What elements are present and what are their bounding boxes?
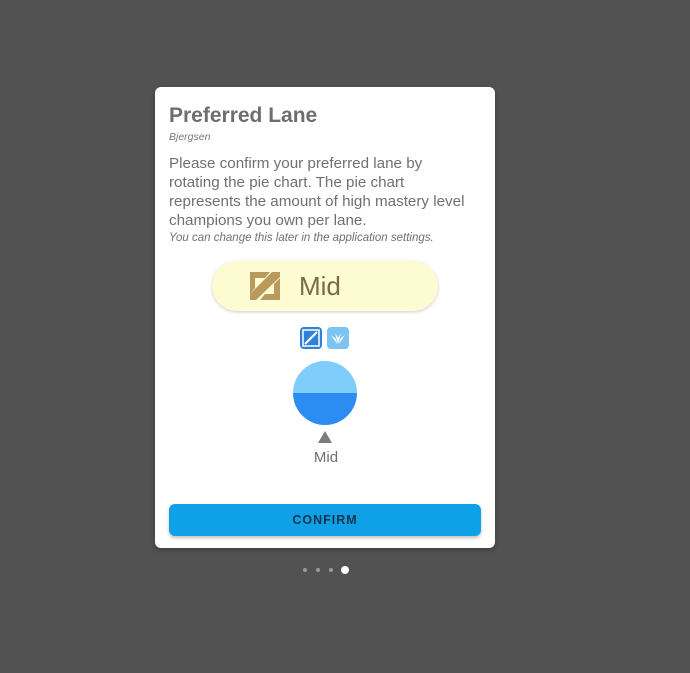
jungle-lane-icon[interactable]: [327, 327, 349, 349]
settings-note: You can change this later in the applica…: [169, 232, 434, 244]
lane-pie-chart[interactable]: [292, 360, 358, 426]
selected-lane-pill: Mid: [212, 261, 438, 311]
pie-slice-jungle: [293, 361, 357, 393]
dialog-title: Preferred Lane: [169, 104, 318, 127]
confirm-button[interactable]: CONFIRM: [169, 504, 481, 536]
page-dot-active[interactable]: [341, 566, 349, 574]
dialog-description: Please confirm your preferred lane by ro…: [169, 155, 465, 229]
selected-lane-label: Mid: [299, 271, 341, 301]
pie-selected-label: Mid: [313, 449, 339, 466]
page-dot[interactable]: [303, 568, 307, 572]
mid-lane-icon: [250, 272, 280, 300]
preferred-lane-dialog: Preferred Lane Bjergsen Please confirm y…: [155, 87, 495, 548]
pointer-arrow-icon: [318, 431, 332, 443]
mid-lane-icon[interactable]: [300, 327, 322, 349]
page-dot[interactable]: [329, 568, 333, 572]
summoner-name: Bjergsen: [169, 131, 211, 143]
pie-slice-mid: [293, 393, 357, 425]
page-dot[interactable]: [316, 568, 320, 572]
